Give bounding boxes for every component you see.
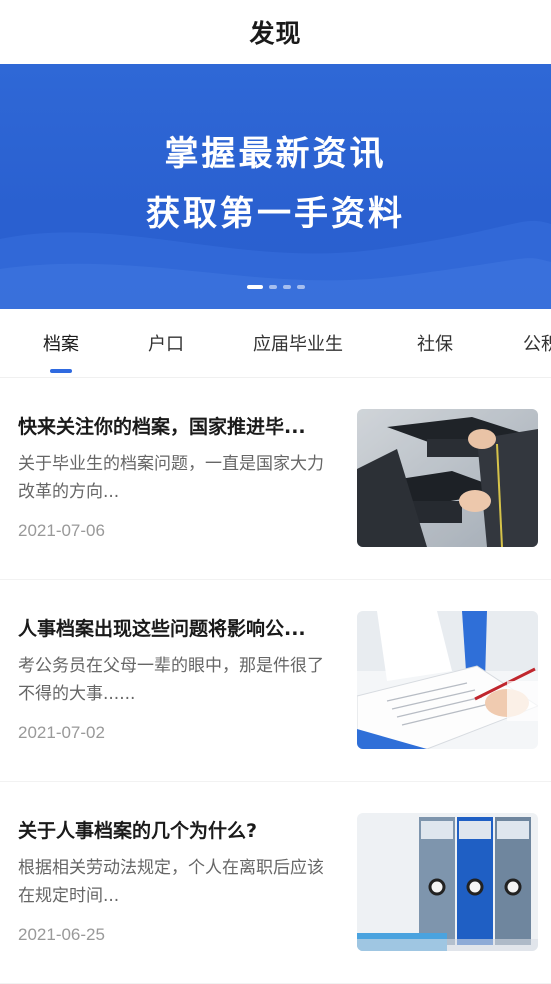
app-header: 发现 [0, 0, 551, 64]
banner-carousel[interactable]: 掌握最新资讯 获取第一手资料 [0, 64, 551, 309]
article-title: 人事档案出现这些问题将影响公... [18, 618, 306, 640]
tab-label: 社保 [417, 334, 453, 355]
article-date: 2021-07-06 [18, 521, 105, 540]
article-item[interactable]: 快来关注你的档案，国家推进毕... 关于毕业生的档案问题，一直是国家大力改革的方… [0, 378, 551, 580]
article-summary: 考公务员在父母一辈的眼中，那是件很了不得的大事...... [18, 656, 324, 704]
banner-headline-2: 获取第一手资料 [146, 194, 405, 234]
category-tabs: 档案 户口 应届毕业生 社保 公积 [0, 309, 551, 378]
article-item[interactable]: 关于人事档案的几个为什么? 根据相关劳动法规定，个人在离职后应该在规定时间...… [0, 782, 551, 984]
article-summary: 根据相关劳动法规定，个人在离职后应该在规定时间... [18, 858, 324, 906]
graduation-caps-thumbnail [357, 409, 538, 547]
banner-headline-1: 掌握最新资讯 [164, 134, 387, 174]
article-list: 快来关注你的档案，国家推进毕... 关于毕业生的档案问题，一直是国家大力改革的方… [0, 378, 551, 984]
carousel-dot-2[interactable] [268, 285, 277, 289]
article-summary: 关于毕业生的档案问题，一直是国家大力改革的方向... [18, 454, 324, 502]
signing-document-thumbnail [357, 611, 538, 749]
carousel-dot-1[interactable] [246, 285, 263, 289]
article-date: 2021-07-02 [18, 723, 105, 742]
article-title: 关于人事档案的几个为什么? [18, 820, 258, 842]
article-date: 2021-06-25 [18, 925, 105, 944]
carousel-dot-4[interactable] [296, 285, 305, 289]
tab-label: 应届毕业生 [253, 334, 343, 355]
tab-housing-fund[interactable]: 公积 [523, 309, 551, 377]
tab-archives[interactable]: 档案 [43, 309, 79, 377]
carousel-indicator [0, 285, 551, 289]
tab-graduates[interactable]: 应届毕业生 [253, 309, 343, 377]
active-tab-indicator [50, 369, 72, 373]
tab-label: 档案 [43, 334, 79, 355]
tab-social-insurance[interactable]: 社保 [417, 309, 453, 377]
carousel-dot-3[interactable] [282, 285, 291, 289]
article-item[interactable]: 人事档案出现这些问题将影响公... 考公务员在父母一辈的眼中，那是件很了不得的大… [0, 580, 551, 782]
tab-label: 户口 [148, 334, 184, 355]
tab-label: 公积 [523, 334, 551, 355]
page-title: 发现 [249, 19, 302, 48]
article-title: 快来关注你的档案，国家推进毕... [18, 416, 306, 438]
tab-hukou[interactable]: 户口 [148, 309, 184, 377]
file-binders-thumbnail [357, 813, 538, 951]
